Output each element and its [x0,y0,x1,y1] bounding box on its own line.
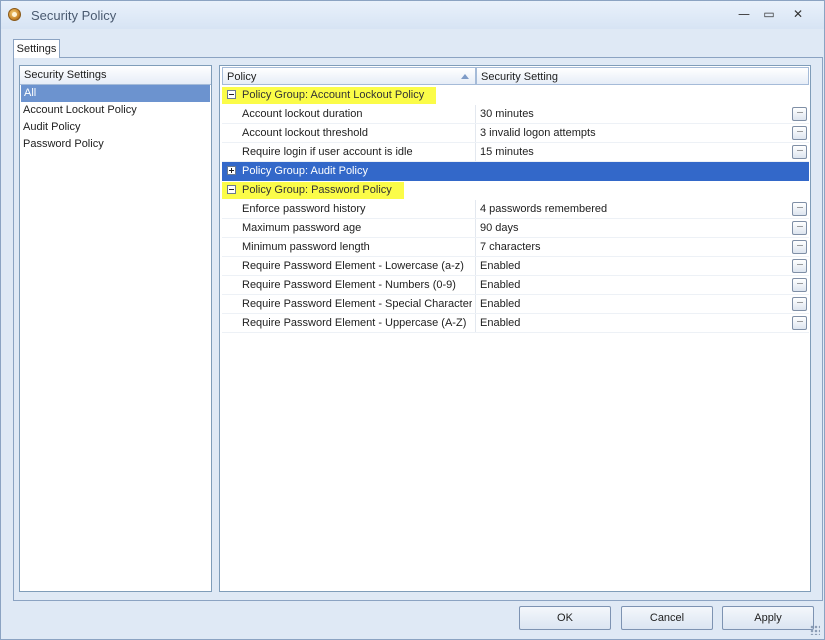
collapse-icon[interactable] [227,185,236,194]
policy-row[interactable]: Require Password Element - Lowercase (a-… [222,257,809,276]
policy-row[interactable]: Account lockout threshold 3 invalid logon… [222,124,809,143]
policy-name-cell: Enforce password history [242,203,366,215]
policy-row[interactable]: Require login if user account is idle 15 … [222,143,809,162]
column-header-security-setting[interactable]: Security Setting [476,67,809,85]
column-divider [475,238,476,256]
column-divider [475,295,476,313]
edit-ellipsis-button[interactable]: ··· [792,240,807,254]
security-setting-cell[interactable]: 4 passwords remembered [480,200,780,219]
column-header-policy-label: Policy [227,71,257,83]
apply-button[interactable]: Apply [722,606,814,630]
policy-group-label: Policy Group: Account Lockout Policy [222,87,437,104]
policy-group-label: Policy Group: Audit Policy [242,165,368,177]
policy-row[interactable]: Require Password Element - Uppercase (A-… [222,314,809,333]
security-settings-list: Security Settings All Account Lockout Pol… [19,65,212,592]
policy-group-row[interactable]: Policy Group: Password Policy [222,181,809,200]
edit-ellipsis-button[interactable]: ··· [792,145,807,159]
column-header-policy[interactable]: Policy [222,67,476,85]
policy-name-cell: Account lockout threshold [242,127,368,139]
edit-ellipsis-button[interactable]: ··· [792,259,807,273]
grid-rows: Policy Group: Account Lockout Policy Acco… [222,86,809,333]
settings-list-item[interactable]: Password Policy [20,136,211,153]
edit-ellipsis-button[interactable]: ··· [792,297,807,311]
resize-grip-icon[interactable] [810,625,820,635]
policy-row[interactable]: Maximum password age 90 days ··· [222,219,809,238]
expand-icon[interactable] [227,166,236,175]
security-setting-cell[interactable]: 3 invalid logon attempts [480,124,780,143]
grid-header: Policy Security Setting [222,67,809,85]
settings-list-item[interactable]: Audit Policy [20,119,211,136]
close-icon[interactable]: ✕ [787,5,809,23]
security-setting-cell[interactable]: 90 days [480,219,780,238]
settings-list-item[interactable]: All [21,85,210,102]
policy-group-label: Policy Group: Password Policy [222,182,404,199]
edit-ellipsis-button[interactable]: ··· [792,316,807,330]
policy-row[interactable]: Require Password Element - Numbers (0-9)… [222,276,809,295]
cancel-button[interactable]: Cancel [621,606,713,630]
edit-ellipsis-button[interactable]: ··· [792,278,807,292]
policy-name-cell: Minimum password length [242,241,370,253]
security-setting-cell[interactable]: 7 characters [480,238,780,257]
window-title: Security Policy [31,8,117,23]
policy-group-row[interactable]: Policy Group: Account Lockout Policy [222,86,809,105]
edit-ellipsis-button[interactable]: ··· [792,221,807,235]
title-bar[interactable]: Security Policy — ▭ ✕ [1,1,824,29]
policy-row[interactable]: Require Password Element - Special Chara… [222,295,809,314]
security-setting-cell[interactable]: Enabled [480,314,780,333]
column-divider [475,276,476,294]
policy-row[interactable]: Account lockout duration 30 minutes ··· [222,105,809,124]
policy-name-cell: Require Password Element - Numbers (0-9) [242,279,456,291]
policy-group-row[interactable]: Policy Group: Audit Policy [222,162,809,181]
policy-name-cell: Require Password Element - Lowercase (a-… [242,260,464,272]
policy-name-cell: Require Password Element - Uppercase (A-… [242,317,467,329]
security-setting-cell[interactable]: Enabled [480,257,780,276]
security-setting-cell[interactable]: Enabled [480,295,780,314]
column-divider [475,219,476,237]
edit-ellipsis-button[interactable]: ··· [792,107,807,121]
security-setting-cell[interactable]: 30 minutes [480,105,780,124]
policy-row[interactable]: Enforce password history 4 passwords reme… [222,200,809,219]
policy-row[interactable]: Minimum password length 7 characters ··· [222,238,809,257]
app-icon [8,8,21,21]
maximize-icon[interactable]: ▭ [758,5,780,23]
column-divider [475,257,476,275]
edit-ellipsis-button[interactable]: ··· [792,126,807,140]
tab-settings[interactable]: Settings [13,39,60,58]
edit-ellipsis-button[interactable]: ··· [792,202,807,216]
security-policy-window: Security Policy — ▭ ✕ Settings Security … [0,0,825,640]
column-divider [475,105,476,123]
column-divider [475,143,476,161]
column-divider [475,314,476,332]
column-divider [475,124,476,142]
collapse-icon[interactable] [227,90,236,99]
security-settings-header: Security Settings [20,66,211,85]
policy-name-cell: Account lockout duration [242,108,363,120]
policy-grid: Policy Security Setting Policy Group: Ac… [219,65,811,592]
ok-button[interactable]: OK [519,606,611,630]
security-setting-cell[interactable]: Enabled [480,276,780,295]
sort-ascending-icon [461,74,469,79]
policy-name-cell: Maximum password age [242,222,362,234]
policy-name-cell: Require login if user account is idle [242,146,413,158]
settings-list-item[interactable]: Account Lockout Policy [20,102,211,119]
minimize-icon[interactable]: — [733,5,755,23]
column-divider [475,200,476,218]
security-setting-cell[interactable]: 15 minutes [480,143,780,162]
policy-name-cell: Require Password Element - Special Chara… [242,298,472,310]
